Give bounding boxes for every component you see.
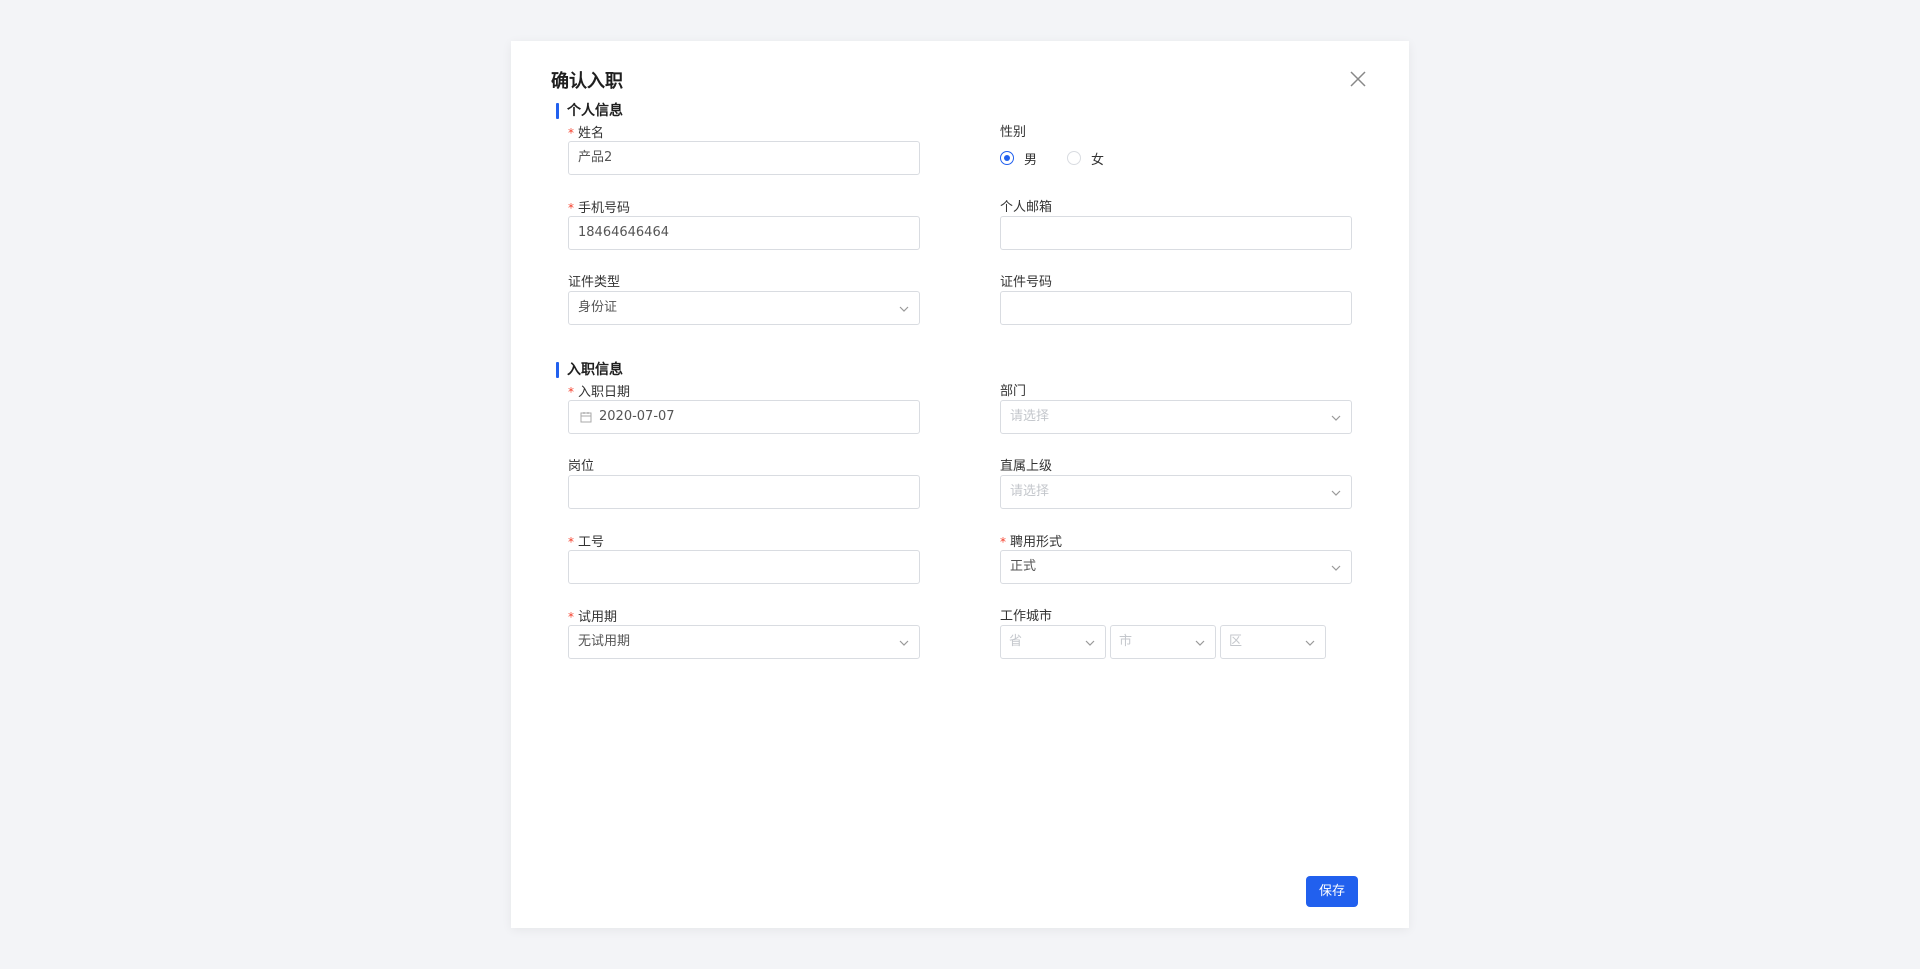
- chevron-down-icon: [899, 638, 909, 648]
- chevron-down-icon: [899, 304, 909, 314]
- hire-date-picker[interactable]: 2020-07-07: [568, 400, 920, 434]
- probation-select[interactable]: 无试用期: [568, 625, 920, 659]
- hire-date-value: 2020-07-07: [599, 409, 675, 424]
- department-field: 部门 请选择: [1000, 384, 1352, 434]
- email-field: 个人邮箱: [1000, 200, 1352, 250]
- district-select[interactable]: 区: [1220, 625, 1326, 659]
- required-mark: *: [568, 126, 574, 140]
- radio-checked-icon: [1000, 151, 1014, 165]
- chevron-down-icon: [1331, 563, 1341, 573]
- radio-unchecked-icon: [1067, 151, 1082, 165]
- id-number-input[interactable]: [1000, 291, 1352, 325]
- chevron-down-icon: [1195, 638, 1205, 648]
- gender-label: 性别: [1000, 125, 1027, 140]
- required-mark: *: [568, 201, 574, 215]
- dialog-title: 确认入职: [551, 71, 623, 92]
- save-button[interactable]: 保存: [1306, 876, 1358, 907]
- phone-field: * 手机号码 18464646464: [568, 200, 920, 250]
- department-placeholder: 请选择: [1010, 409, 1050, 424]
- supervisor-field: 直属上级 请选择: [1000, 459, 1352, 509]
- chevron-down-icon: [1331, 413, 1341, 423]
- chevron-down-icon: [1305, 638, 1315, 648]
- employment-type-label: * 聘用形式: [1000, 535, 1063, 550]
- province-select[interactable]: 省: [1000, 625, 1106, 659]
- id-type-value: 身份证: [578, 300, 618, 315]
- confirm-onboarding-dialog: 确认入职 个人信息 * 姓名 产品2 性别 男 女 * 手机号码 184646464…: [511, 41, 1409, 928]
- gender-field: 性别 男 女: [1000, 125, 1352, 168]
- id-number-field: 证件号码: [1000, 275, 1352, 325]
- city-placeholder: 市: [1119, 634, 1133, 649]
- email-input[interactable]: [1000, 216, 1352, 250]
- name-input[interactable]: 产品2: [568, 141, 920, 175]
- required-mark: *: [568, 535, 574, 549]
- close-icon[interactable]: [1349, 70, 1367, 88]
- required-mark: *: [568, 385, 574, 399]
- calendar-icon: [580, 411, 592, 423]
- chevron-down-icon: [1085, 638, 1095, 648]
- section-employment-info: 入职信息: [556, 362, 623, 378]
- supervisor-select[interactable]: 请选择: [1000, 475, 1352, 509]
- gender-female-label: 女: [1091, 152, 1105, 168]
- position-label: 岗位: [568, 459, 595, 474]
- phone-label: * 手机号码: [568, 201, 631, 216]
- phone-input[interactable]: 18464646464: [568, 216, 920, 250]
- required-mark: *: [1000, 535, 1006, 549]
- gender-male-radio[interactable]: 男: [1000, 149, 1037, 168]
- id-number-label: 证件号码: [1000, 275, 1053, 290]
- probation-value: 无试用期: [578, 634, 631, 649]
- supervisor-placeholder: 请选择: [1010, 484, 1050, 499]
- employee-no-label: * 工号: [568, 535, 605, 550]
- district-placeholder: 区: [1229, 634, 1243, 649]
- required-mark: *: [568, 610, 574, 624]
- employee-no-field: * 工号: [568, 534, 920, 584]
- employment-type-value: 正式: [1010, 559, 1037, 574]
- id-type-field: 证件类型 身份证: [568, 275, 920, 325]
- department-select[interactable]: 请选择: [1000, 400, 1352, 434]
- work-city-label: 工作城市: [1000, 609, 1053, 624]
- province-placeholder: 省: [1009, 634, 1023, 649]
- supervisor-label: 直属上级: [1000, 459, 1053, 474]
- employment-type-select[interactable]: 正式: [1000, 550, 1352, 584]
- position-field: 岗位: [568, 459, 920, 509]
- hire-date-label: * 入职日期: [568, 385, 631, 400]
- gender-male-label: 男: [1024, 152, 1038, 168]
- employment-type-field: * 聘用形式 正式: [1000, 534, 1352, 584]
- id-type-label: 证件类型: [568, 275, 621, 290]
- gender-radio-group: 男 女: [1000, 141, 1134, 175]
- id-type-select[interactable]: 身份证: [568, 291, 920, 325]
- email-label: 个人邮箱: [1000, 200, 1053, 215]
- chevron-down-icon: [1331, 488, 1341, 498]
- employee-no-input[interactable]: [568, 550, 920, 584]
- position-input[interactable]: [568, 475, 920, 509]
- section-personal-info: 个人信息: [556, 103, 623, 119]
- work-city-field: 工作城市 省 市 区: [1000, 609, 1352, 659]
- probation-field: * 试用期 无试用期: [568, 609, 920, 659]
- gender-female-radio[interactable]: 女: [1067, 149, 1104, 168]
- probation-label: * 试用期: [568, 610, 618, 625]
- name-label: * 姓名: [568, 126, 605, 141]
- hire-date-field: * 入职日期 2020-07-07: [568, 384, 920, 434]
- work-city-selects: 省 市 区: [1000, 625, 1330, 659]
- department-label: 部门: [1000, 384, 1027, 399]
- name-field: * 姓名 产品2: [568, 125, 920, 175]
- city-select[interactable]: 市: [1110, 625, 1216, 659]
